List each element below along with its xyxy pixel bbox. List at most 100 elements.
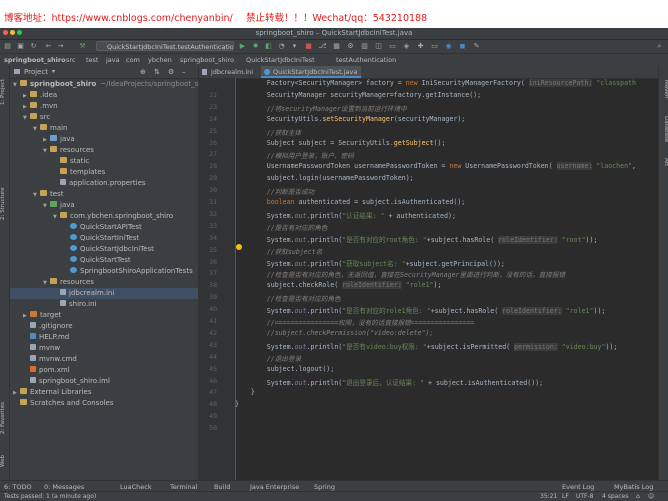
intention-bulb-icon[interactable] — [236, 244, 242, 250]
run-with-icon[interactable]: ▾ — [290, 42, 299, 51]
tree-item[interactable]: ▶ External Libraries — [10, 387, 198, 398]
code-line[interactable]: System.out.println("是否有video:buy权限: "+su… — [235, 341, 617, 351]
code-line[interactable]: subject.checkRole( roleIdentifier: "role… — [235, 281, 441, 290]
code-line[interactable]: SecurityUtils.setSecurityManager(securit… — [235, 115, 466, 123]
forward-icon[interactable]: → — [56, 42, 65, 51]
code-line[interactable]: } — [235, 400, 239, 408]
breadcrumb-item[interactable]: ybchen — [148, 55, 172, 65]
tree-item[interactable]: ▼ resources — [10, 277, 198, 288]
profile-icon[interactable]: ◔ — [277, 42, 286, 51]
code-line[interactable]: UsernamePasswordToken usernamePasswordTo… — [235, 162, 636, 171]
code-line[interactable]: //================权限，没有的话直接报错===========… — [235, 317, 475, 327]
code-line[interactable]: } — [235, 388, 255, 396]
tree-item[interactable]: templates — [10, 167, 198, 178]
breadcrumb-item[interactable]: springboot_shiro — [180, 55, 234, 65]
tree-item[interactable]: SpringbootShiroApplicationTests — [10, 266, 198, 277]
code-line[interactable]: //判断是否成功 — [235, 186, 315, 196]
tree-item[interactable]: springboot_shiro.iml — [10, 376, 198, 387]
tree-item[interactable]: ▼ resources — [10, 145, 198, 156]
breadcrumb-item[interactable]: src — [66, 55, 76, 65]
code-line[interactable]: //获取主体 — [235, 127, 301, 137]
hide-panel-icon[interactable]: – — [182, 67, 186, 77]
database-tool-tab[interactable]: Database — [660, 116, 668, 152]
tree-item[interactable]: Scratches and Consoles — [10, 398, 198, 409]
code-line[interactable]: //检查是否有对应的角色 — [235, 293, 341, 303]
maven-tool-tab[interactable]: Maven — [660, 80, 668, 110]
tree-item[interactable]: QuickStartAPITest — [10, 222, 198, 233]
terminal-icon[interactable]: ▭ — [388, 42, 397, 51]
code-line[interactable]: System.out.println("是否有对应的role1角色: "+sub… — [235, 305, 605, 316]
code-line[interactable]: System.out.println("获取subject名: "+subjec… — [235, 258, 505, 268]
tree-item[interactable]: ▼ src — [10, 112, 198, 123]
tree-item[interactable]: ▶ java — [10, 134, 198, 145]
database-icon[interactable]: ◫ — [374, 42, 383, 51]
tree-item[interactable]: ▼ main — [10, 123, 198, 134]
git-icon[interactable]: ◈ — [402, 42, 411, 51]
code-line[interactable]: //检查是否有对应的角色，无返回值，直接在SecurityManager里面进行… — [235, 269, 565, 279]
breadcrumb-item[interactable]: java — [106, 55, 120, 65]
vcs-icon[interactable]: ⎇ — [318, 42, 327, 51]
debug-icon[interactable]: ✹ — [251, 42, 260, 51]
project-panel-title[interactable]: Project — [24, 67, 48, 77]
tree-item[interactable]: ▶ .mvn — [10, 101, 198, 112]
tree-item[interactable]: ▼ com.ybchen.springboot_shiro — [10, 211, 198, 222]
cloud-icon[interactable]: ◉ — [444, 42, 453, 51]
code-line[interactable]: System.out.println("退出登录后，认证结果: " + subj… — [235, 377, 543, 387]
tree-item[interactable]: pom.xml — [10, 365, 198, 376]
tree-item[interactable]: shiro.ini — [10, 299, 198, 310]
code-line[interactable]: System.out.println("认证结果: " + authentica… — [235, 210, 456, 220]
breadcrumb-item[interactable]: com — [126, 55, 140, 65]
ide-icon[interactable]: ◼ — [458, 42, 467, 51]
breadcrumb-item[interactable]: springboot_shiro — [4, 55, 66, 65]
tree-item[interactable]: QuickStartIniTest — [10, 233, 198, 244]
structure-icon[interactable]: ▦ — [332, 42, 341, 51]
sync-icon[interactable]: ↻ — [29, 42, 38, 51]
color-icon[interactable]: ✎ — [472, 42, 481, 51]
tree-item[interactable]: application.properties — [10, 178, 198, 189]
build-hammer-icon[interactable]: ⚒ — [78, 42, 87, 51]
tree-item[interactable]: ▼ springboot_shiro ~/IdeaProjects/springbo… — [10, 79, 212, 90]
tree-item[interactable]: ▼ test — [10, 189, 198, 200]
project-tool-tab[interactable]: 1: Project — [0, 72, 9, 112]
search-everywhere-icon[interactable]: ⌕ — [655, 42, 664, 51]
art-tool-tab[interactable]: Art — [660, 158, 668, 174]
project-structure-icon[interactable]: ▥ — [360, 42, 369, 51]
tree-item[interactable]: QuickStartTest — [10, 255, 198, 266]
code-line[interactable]: Subject subject = SecurityUtils.getSubje… — [235, 139, 446, 147]
folder-icon[interactable]: ▭ — [430, 42, 439, 51]
tree-item[interactable]: jdbcrealm.ini — [10, 288, 198, 299]
code-line[interactable]: subject.login(usernamePasswordToken); — [235, 174, 414, 182]
code-line[interactable]: //退出登录 — [235, 353, 301, 363]
tree-item[interactable]: ▶ target — [10, 310, 198, 321]
structure-tool-tab[interactable]: 2: Structure — [0, 182, 9, 226]
breadcrumb-item[interactable]: test — [86, 55, 98, 65]
chevron-down-icon[interactable]: ▾ — [52, 67, 55, 77]
stop-icon[interactable]: ■ — [304, 42, 313, 51]
gear-icon[interactable]: ⚙ — [168, 67, 174, 77]
code-line[interactable]: //将securityManager设置到当前运行环境中 — [235, 103, 407, 113]
coverage-icon[interactable]: ◧ — [264, 42, 273, 51]
breadcrumb-item[interactable]: testAuthentication — [336, 55, 396, 65]
breadcrumb-item[interactable]: QuickStartJdbcIniTest — [246, 55, 315, 65]
save-icon[interactable]: ▣ — [16, 42, 25, 51]
tree-item[interactable]: ▶ .idea — [10, 90, 198, 101]
plugin-icon[interactable]: ✚ — [416, 42, 425, 51]
back-icon[interactable]: ← — [44, 42, 53, 51]
tree-item[interactable]: mvnw — [10, 343, 198, 354]
tree-item[interactable]: QuickStartJdbcIniTest — [10, 244, 198, 255]
code-line[interactable]: //模拟用户登录，账户、密码 — [235, 150, 354, 160]
code-line[interactable]: //获取subject名 — [235, 246, 323, 256]
code-line[interactable]: System.out.println("是否有对应的root角色: "+subj… — [235, 234, 597, 244]
code-line[interactable]: subject.logout(); — [235, 365, 335, 373]
tab-quickstartjdbcinitest[interactable]: QuickStartJdbcIniTest.java — [261, 66, 361, 78]
tree-item[interactable]: static — [10, 156, 198, 167]
run-configuration-select[interactable]: QuickStartJdbcIniTest.testAuthentication — [96, 41, 234, 51]
code-line[interactable]: boolean authenticated = subject.isAuthen… — [235, 198, 466, 206]
web-tool-tab[interactable]: Web — [0, 452, 9, 470]
code-line[interactable]: SecurityManager securityManager=factory.… — [235, 91, 481, 99]
run-icon[interactable]: ▶ — [238, 42, 247, 51]
settings-icon[interactable]: ⚙ — [346, 42, 355, 51]
code-line[interactable]: //subject.checkPermission("video:delete"… — [235, 329, 434, 337]
tree-item[interactable]: mvnw.cmd — [10, 354, 198, 365]
tree-item[interactable]: .gitignore — [10, 321, 198, 332]
